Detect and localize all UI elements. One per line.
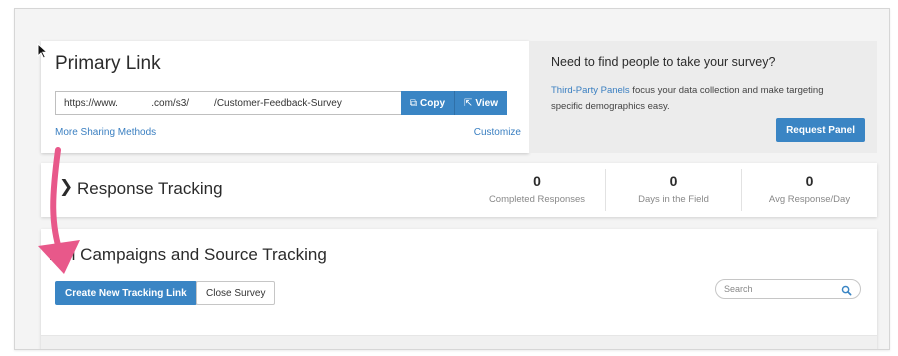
- search-icon[interactable]: [841, 283, 852, 301]
- create-tracking-link-button[interactable]: Create New Tracking Link: [55, 281, 197, 305]
- stat-days-in-field: 0 Days in the Field: [605, 169, 741, 211]
- close-survey-button[interactable]: Close Survey: [196, 281, 276, 305]
- stat-label: Completed Responses: [488, 194, 586, 205]
- chevron-right-icon[interactable]: ❯: [59, 177, 73, 197]
- third-party-panels-link[interactable]: Third-Party Panels: [551, 85, 630, 96]
- stat-label: Avg Response/Day: [768, 194, 851, 205]
- promo-text: Third-Party Panels focus your data colle…: [551, 83, 851, 115]
- stat-value: 0: [669, 173, 678, 189]
- request-panel-button[interactable]: Request Panel: [776, 118, 865, 142]
- more-sharing-methods-link[interactable]: More Sharing Methods: [55, 127, 156, 138]
- campaigns-title: nail Campaigns and Source Tracking: [49, 245, 327, 264]
- stat-completed-responses: 0 Completed Responses: [469, 169, 605, 211]
- stat-value: 0: [533, 173, 541, 189]
- stat-avg-response-day: 0 Avg Response/Day: [741, 169, 877, 211]
- external-link-icon: ⇱: [464, 97, 473, 109]
- stat-value: 0: [805, 173, 814, 189]
- survey-share-page: Primary Link ⧉ Copy ⇱ View More Sharing …: [14, 8, 890, 350]
- panel-promo: Need to find people to take your survey?…: [529, 41, 877, 153]
- promo-title: Need to find people to take your survey?: [551, 55, 776, 69]
- campaigns-table-header: [41, 335, 877, 349]
- copy-button[interactable]: ⧉ Copy: [400, 91, 455, 115]
- url-group: ⧉ Copy ⇱ View: [55, 91, 507, 115]
- customize-link[interactable]: Customize: [474, 127, 521, 138]
- search-input[interactable]: [724, 282, 834, 296]
- response-tracking-title: Response Tracking: [77, 179, 223, 198]
- primary-link-card: Primary Link ⧉ Copy ⇱ View More Sharing …: [41, 41, 529, 153]
- primary-link-title: Primary Link: [55, 53, 161, 74]
- response-tracking-card[interactable]: ❯ Response Tracking 0 Completed Response…: [41, 163, 877, 217]
- campaigns-card: nail Campaigns and Source Tracking Creat…: [41, 229, 877, 349]
- copy-label: Copy: [420, 97, 445, 109]
- view-button[interactable]: ⇱ View: [455, 91, 507, 115]
- stat-label: Days in the Field: [638, 194, 709, 205]
- search-box[interactable]: [715, 279, 861, 299]
- view-label: View: [475, 97, 498, 109]
- mouse-cursor-icon: [37, 43, 49, 59]
- copy-icon: ⧉: [409, 97, 417, 109]
- survey-url-field[interactable]: [55, 91, 401, 115]
